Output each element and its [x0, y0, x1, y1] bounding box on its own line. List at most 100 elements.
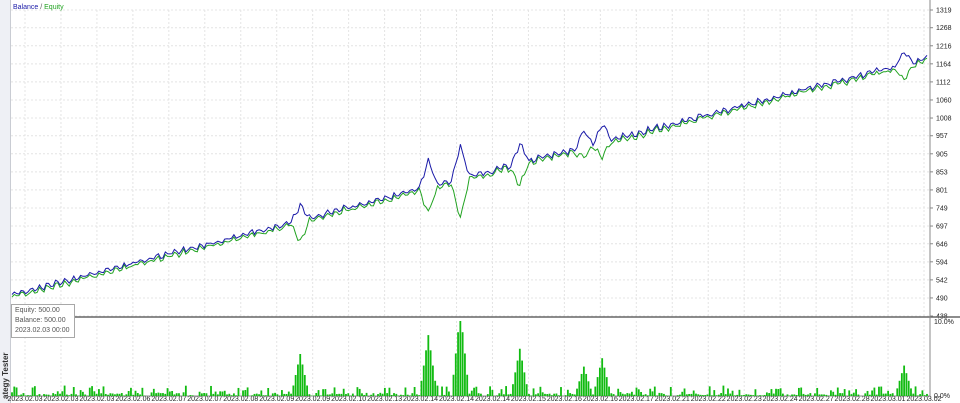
- volume-bar: [386, 393, 389, 396]
- volume-bar: [66, 394, 68, 396]
- volume-bar: [178, 393, 180, 396]
- volume-bar: [303, 375, 306, 396]
- volume-bar: [887, 390, 890, 396]
- volume-bar: [420, 380, 423, 396]
- volume-bar: [923, 395, 926, 396]
- volume-bar: [345, 393, 347, 396]
- volume-bar: [612, 394, 615, 396]
- volume-bar: [258, 394, 260, 396]
- volume-bar: [912, 393, 915, 396]
- volume-bar: [358, 388, 361, 396]
- volume-bar: [704, 395, 707, 396]
- volume-bar: [372, 393, 375, 396]
- y-tick-label: 1319: [936, 8, 952, 15]
- volume-bar: [761, 395, 764, 396]
- volume-bar: [804, 394, 807, 396]
- volume-bar: [759, 395, 761, 396]
- volume-bar: [626, 393, 629, 396]
- volume-bar: [242, 390, 244, 396]
- volume-bar: [713, 390, 716, 396]
- volume-bar: [617, 388, 620, 396]
- volume-bar: [644, 394, 647, 396]
- volume-bar: [43, 394, 45, 396]
- volume-bar: [326, 394, 329, 396]
- balance-line: [11, 52, 928, 295]
- volume-bar: [322, 389, 324, 396]
- volume-bar: [580, 373, 583, 396]
- volume-bar: [857, 394, 860, 396]
- volume-bar: [56, 391, 59, 396]
- volume-bar: [841, 393, 844, 396]
- volume-bar: [473, 387, 475, 396]
- volume-bar: [205, 393, 208, 396]
- volume-bar: [457, 332, 459, 396]
- volume-bar: [738, 389, 741, 396]
- volume-bar: [571, 393, 574, 396]
- volume-bar: [777, 389, 780, 396]
- volume-bar: [102, 386, 105, 396]
- volume-bar: [72, 387, 75, 396]
- volume-bar: [722, 385, 725, 396]
- volume-bar: [399, 394, 402, 396]
- volume-bar: [919, 394, 922, 396]
- volume-bar: [514, 372, 517, 396]
- volume-bar: [164, 393, 167, 396]
- volume-bar: [82, 391, 84, 396]
- volume-bar: [335, 394, 338, 396]
- volume-bar: [436, 385, 439, 396]
- volume-bar: [452, 374, 455, 396]
- x-tick-label: 2023.02.03: [79, 396, 114, 403]
- volume-tick-label: 0.0%: [934, 393, 950, 400]
- volume-bar: [470, 390, 473, 396]
- volume-bar: [775, 388, 777, 396]
- volume-bar: [765, 392, 768, 396]
- volume-bar: [823, 394, 825, 396]
- volume-bar: [17, 395, 20, 396]
- volume-bar: [422, 365, 425, 396]
- volume-bar: [768, 393, 771, 396]
- volume-bar: [576, 388, 578, 396]
- volume-bar: [379, 392, 382, 396]
- volume-bar: [283, 393, 286, 396]
- volume-bar: [711, 395, 713, 396]
- volume-bar: [898, 380, 901, 396]
- y-tick-label: 542: [936, 277, 948, 284]
- volume-bar: [843, 389, 846, 396]
- volume-bar: [603, 367, 606, 396]
- volume-bar: [564, 395, 567, 396]
- volume-bar: [598, 367, 601, 396]
- series-lines: [11, 52, 928, 298]
- volume-bar: [47, 394, 50, 396]
- volume-bar: [637, 389, 640, 396]
- volume-bar: [274, 392, 276, 396]
- volume-bar: [413, 387, 416, 396]
- volume-bar: [852, 392, 855, 396]
- volume-bar: [880, 386, 883, 396]
- volume-bar: [59, 393, 61, 396]
- volume-bar: [740, 395, 743, 396]
- volume-bar: [486, 394, 489, 396]
- volume-bar: [36, 395, 39, 396]
- volume-bar: [628, 393, 631, 396]
- volume-bar: [109, 393, 112, 396]
- volume-bar: [468, 393, 471, 396]
- volume-bar: [306, 385, 308, 396]
- volume-bar: [825, 394, 828, 396]
- volume-bar: [500, 389, 503, 396]
- y-tick-label: 801: [936, 187, 948, 194]
- y-tick-label: 697: [936, 224, 948, 231]
- volume-bar: [329, 394, 331, 396]
- volume-bar: [832, 391, 835, 396]
- volume-bar: [294, 375, 297, 396]
- volume-bar: [781, 393, 784, 396]
- volume-bar: [182, 392, 185, 396]
- volume-bar: [356, 387, 359, 396]
- volume-bar: [244, 390, 247, 396]
- volume-bar: [502, 394, 505, 396]
- volume-bar: [830, 390, 832, 396]
- volume-bar: [338, 393, 341, 396]
- volume-bar: [820, 394, 823, 396]
- y-tick-label: 594: [936, 259, 948, 266]
- volume-bar: [916, 395, 919, 396]
- volume-bar: [786, 394, 789, 396]
